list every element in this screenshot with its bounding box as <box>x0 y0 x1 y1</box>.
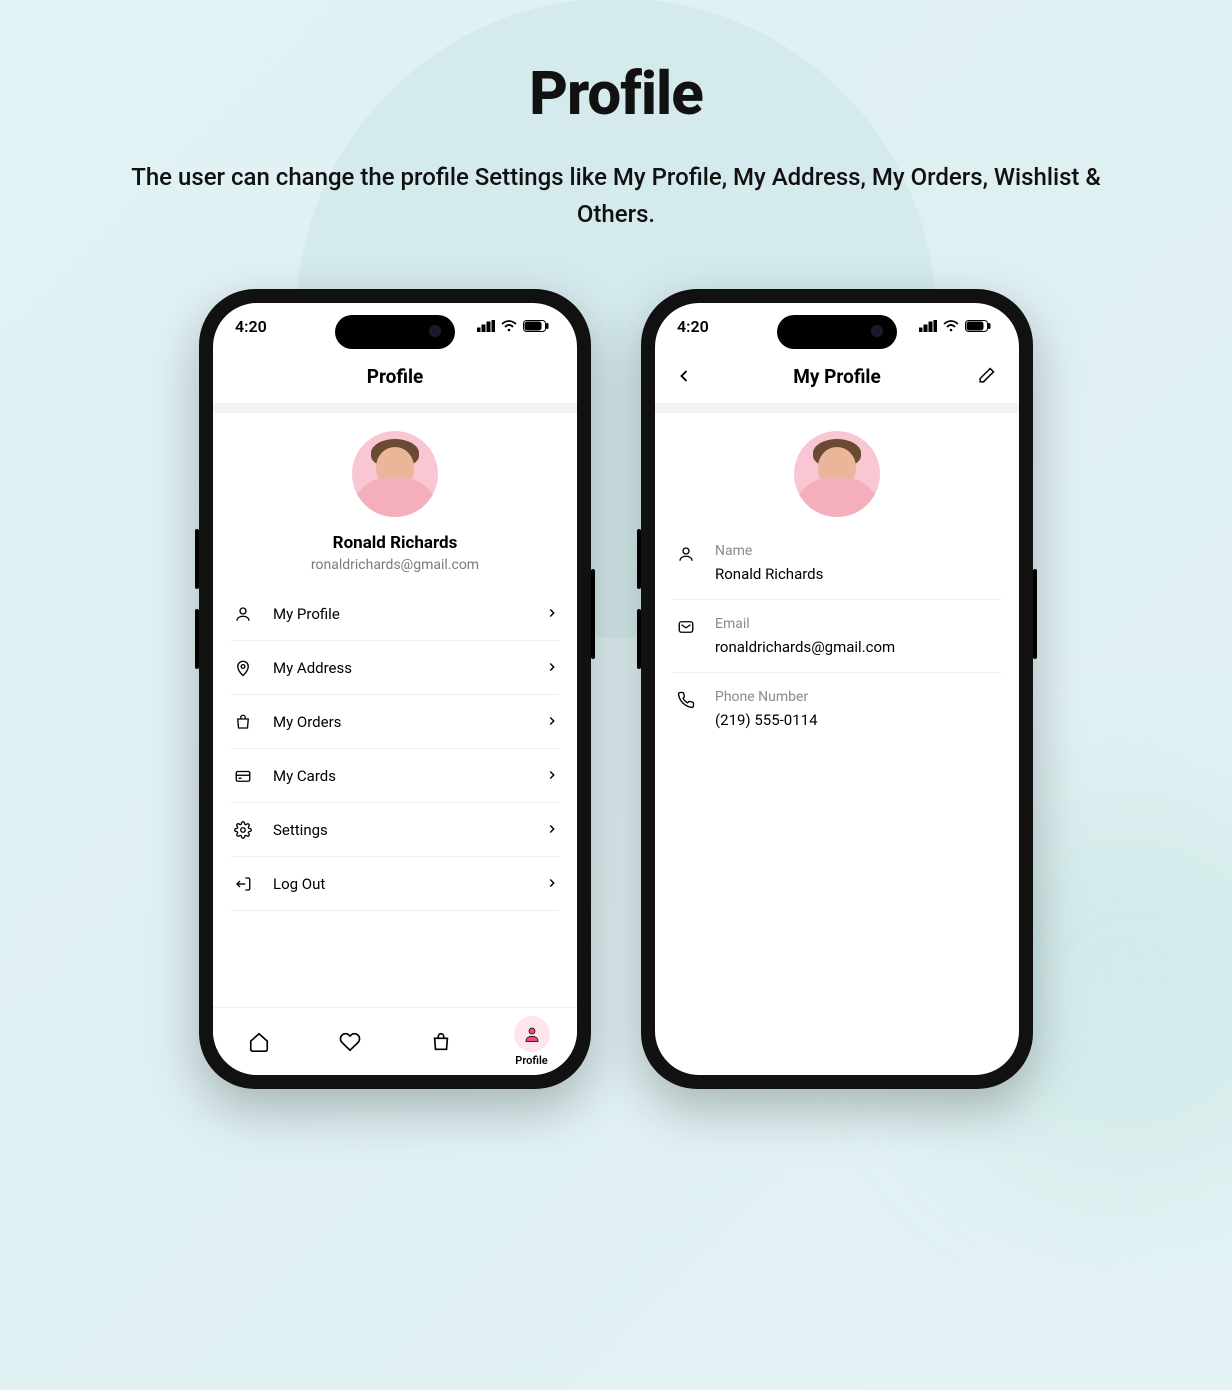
menu-label: My Orders <box>273 713 545 731</box>
status-time: 4:20 <box>677 317 709 336</box>
person-icon <box>523 1025 541 1043</box>
pencil-icon <box>976 366 996 386</box>
phone-my-profile-detail: 4:20 My Profile <box>641 289 1033 1089</box>
person-icon <box>231 605 255 623</box>
person-icon <box>673 543 699 563</box>
status-icons <box>477 320 549 332</box>
tab-cart[interactable] <box>410 1031 472 1053</box>
battery-icon <box>965 320 991 332</box>
card-icon <box>231 767 255 785</box>
tab-bar: Profile <box>213 1007 577 1075</box>
tab-wishlist[interactable] <box>319 1031 381 1053</box>
menu-label: My Cards <box>273 767 545 785</box>
detail-row-name: Name Ronald Richards <box>673 527 1001 600</box>
page-title: Profile <box>0 58 1232 129</box>
heart-icon <box>339 1031 361 1053</box>
bag-icon <box>430 1031 452 1053</box>
appbar-title: Profile <box>367 365 424 388</box>
field-label: Name <box>715 543 1001 559</box>
menu-item-my-address[interactable]: My Address <box>213 641 577 695</box>
menu-label: Log Out <box>273 875 545 893</box>
menu-item-my-cards[interactable]: My Cards <box>213 749 577 803</box>
menu-item-settings[interactable]: Settings <box>213 803 577 857</box>
detail-row-email: Email ronaldrichards@gmail.com <box>673 600 1001 673</box>
phone-icon <box>673 689 699 709</box>
battery-icon <box>523 320 549 332</box>
appbar-title: My Profile <box>793 365 880 388</box>
divider <box>655 403 1019 413</box>
mail-icon <box>673 616 699 636</box>
detail-row-phone: Phone Number (219) 555-0114 <box>673 673 1001 745</box>
chevron-right-icon <box>545 713 559 732</box>
chevron-right-icon <box>545 875 559 894</box>
menu-item-my-orders[interactable]: My Orders <box>213 695 577 749</box>
chevron-right-icon <box>545 767 559 786</box>
tab-home[interactable] <box>228 1031 290 1053</box>
wifi-icon <box>501 320 517 332</box>
avatar[interactable] <box>794 431 880 517</box>
bag-icon <box>231 713 255 731</box>
status-time: 4:20 <box>235 317 267 336</box>
divider <box>213 403 577 413</box>
logout-icon <box>231 875 255 893</box>
status-icons <box>919 320 991 332</box>
signal-icon <box>919 320 937 332</box>
menu-item-log-out[interactable]: Log Out <box>213 857 577 911</box>
tab-label: Profile <box>515 1054 547 1067</box>
chevron-right-icon <box>545 605 559 624</box>
signal-icon <box>477 320 495 332</box>
profile-email: ronaldrichards@gmail.com <box>311 557 479 573</box>
menu-item-my-profile[interactable]: My Profile <box>213 587 577 641</box>
page-subtitle: The user can change the profile Settings… <box>0 159 1232 233</box>
wifi-icon <box>943 320 959 332</box>
gear-icon <box>231 821 255 839</box>
field-value: (219) 555-0114 <box>715 711 1001 729</box>
appbar: My Profile <box>655 349 1019 403</box>
profile-name: Ronald Richards <box>333 533 458 553</box>
location-icon <box>231 659 255 677</box>
chevron-right-icon <box>545 821 559 840</box>
field-value: Ronald Richards <box>715 565 1001 583</box>
menu-label: My Address <box>273 659 545 677</box>
chevron-left-icon <box>674 366 694 386</box>
field-label: Phone Number <box>715 689 1001 705</box>
avatar[interactable] <box>352 431 438 517</box>
menu-label: Settings <box>273 821 545 839</box>
field-label: Email <box>715 616 1001 632</box>
field-value: ronaldrichards@gmail.com <box>715 638 1001 656</box>
edit-button[interactable] <box>967 357 1005 395</box>
home-icon <box>248 1031 270 1053</box>
menu-label: My Profile <box>273 605 545 623</box>
back-button[interactable] <box>665 357 703 395</box>
appbar: Profile <box>213 349 577 403</box>
tab-profile[interactable]: Profile <box>501 1016 563 1067</box>
chevron-right-icon <box>545 659 559 678</box>
phone-profile-list: 4:20 Profile Ronald Richards ronaldr <box>199 289 591 1089</box>
